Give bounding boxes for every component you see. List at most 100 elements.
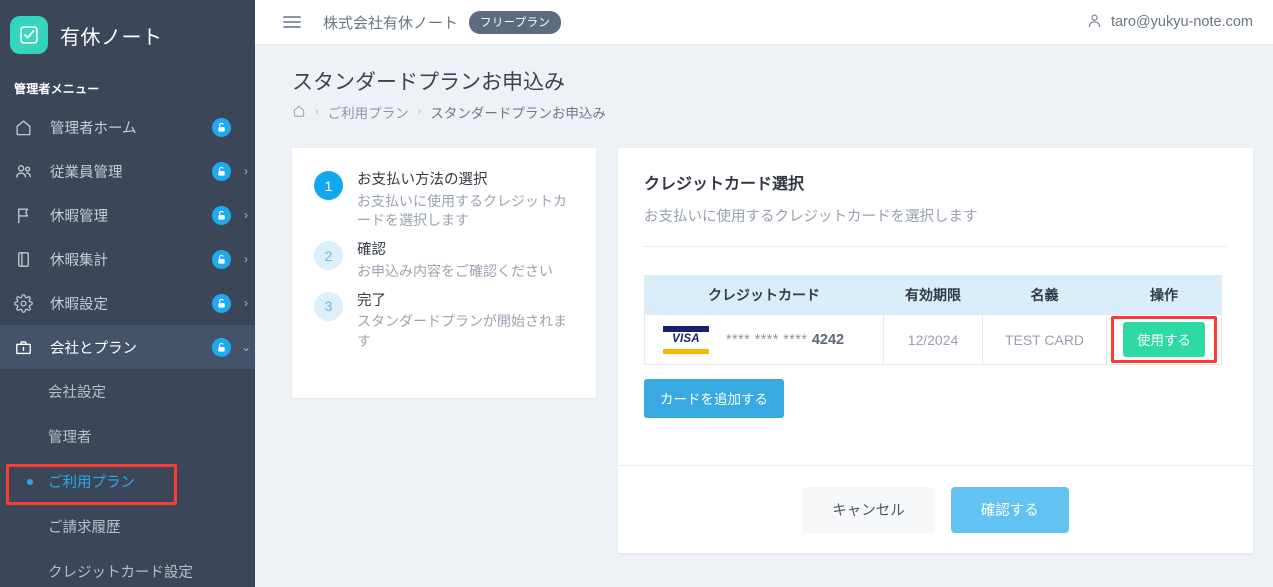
page-title: スタンダードプランお申込み <box>292 71 565 94</box>
visa-logo-icon: VISA <box>663 325 709 354</box>
credit-card-select-panel: クレジットカード選択 お支払いに使用するクレジットカードを選択します クレジット… <box>618 148 1253 553</box>
breadcrumb: › ご利用プラン › スタンダードプランお申込み <box>292 102 1253 122</box>
book-icon <box>14 250 38 269</box>
content-area: スタンダードプランお申込み › ご利用プラン › スタンダードプランお申込み 1… <box>255 44 1273 587</box>
sidebar-item-employee-management[interactable]: 従業員管理 › <box>0 149 255 193</box>
lock-open-icon <box>212 249 231 269</box>
step-title: お支払い方法の選択 <box>357 172 488 188</box>
sidebar-item-admin-home[interactable]: 管理者ホーム <box>0 105 255 149</box>
lock-open-icon <box>212 117 231 137</box>
panel-body: クレジットカード 有効期限 名義 操作 VISA **** **** **** … <box>618 247 1253 465</box>
visa-wordmark: VISA <box>672 333 700 346</box>
lock-open-icon <box>212 293 231 313</box>
menu-caption: 管理者メニュー <box>14 82 100 96</box>
breadcrumb-separator: › <box>315 106 319 118</box>
sidebar-item-label: 管理者ホーム <box>50 120 137 137</box>
cancel-button[interactable]: キャンセル <box>802 486 935 533</box>
sidebar-subitem-administrators[interactable]: 管理者 <box>0 414 255 459</box>
column-header-expiry: 有効期限 <box>883 275 983 315</box>
step-desc: お申込み内容をご確認ください <box>357 262 553 279</box>
column-header-action: 操作 <box>1106 275 1222 315</box>
user-menu[interactable]: taro@yukyu-note.com <box>1086 12 1253 33</box>
plan-badge: フリープラン <box>469 10 562 34</box>
step-number: 2 <box>314 241 343 271</box>
gear-icon <box>14 293 38 313</box>
card-masked: **** **** **** <box>726 331 808 348</box>
step-title: 完了 <box>357 292 386 309</box>
table-header-row: クレジットカード 有効期限 名義 操作 <box>644 275 1222 315</box>
column-header-holder: 名義 <box>982 275 1107 315</box>
home-icon <box>14 118 38 137</box>
chevron-right-icon: › <box>244 252 248 266</box>
breadcrumb-link-plan[interactable]: ご利用プラン <box>328 102 409 122</box>
sidebar-item-label: 休暇集計 <box>50 252 108 269</box>
step-text: 完了 スタンダードプランが開始されます <box>357 291 576 352</box>
panel-title: クレジットカード選択 <box>644 176 805 193</box>
table-row: VISA **** **** **** 4242 12/2024 TEST CA… <box>644 314 1222 365</box>
chevron-right-icon: › <box>244 296 248 310</box>
sidebar-subitem-label: ご請求履歴 <box>48 520 121 536</box>
sidebar: 有休ノート 管理者メニュー 管理者ホーム 従業員管理 › 休暇管理 › 休暇集計… <box>0 0 255 587</box>
card-last4: 4242 <box>811 331 845 348</box>
sidebar-subitem-current-plan[interactable]: ご利用プラン <box>0 459 255 504</box>
column-header-card: クレジットカード <box>644 275 884 315</box>
topbar: 株式会社有休ノート フリープラン taro@yukyu-note.com <box>255 0 1273 44</box>
panel-footer: キャンセル 確認する <box>618 466 1253 553</box>
app-root: 有休ノート 管理者メニュー 管理者ホーム 従業員管理 › 休暇管理 › 休暇集計… <box>0 0 1273 587</box>
breadcrumb-current: スタンダードプランお申込み <box>430 106 606 121</box>
confirm-button[interactable]: 確認する <box>950 486 1069 533</box>
step-desc: お支払いに使用するクレジットカードを選択します <box>357 192 567 229</box>
sidebar-item-label: 従業員管理 <box>50 164 123 181</box>
step-desc: スタンダードプランが開始されます <box>357 313 567 350</box>
flag-icon <box>14 206 38 225</box>
user-email: taro@yukyu-note.com <box>1110 14 1253 30</box>
cell-card-number: VISA **** **** **** 4242 <box>644 314 884 365</box>
lock-open-icon <box>212 205 231 225</box>
hamburger-icon[interactable] <box>283 16 301 28</box>
chevron-right-icon: › <box>244 208 248 222</box>
sidebar-subitem-label: クレジットカード設定 <box>48 565 193 581</box>
step-title: 確認 <box>357 242 386 259</box>
chevron-down-icon: ⌄ <box>240 340 252 354</box>
sidebar-subitem-label: ご利用プラン <box>48 475 135 491</box>
sidebar-subitem-credit-card-settings[interactable]: クレジットカード設定 <box>0 549 255 587</box>
chevron-right-icon: › <box>244 164 248 178</box>
panel-header: クレジットカード選択 お支払いに使用するクレジットカードを選択します <box>618 148 1253 247</box>
lock-open-icon <box>212 161 231 181</box>
sidebar-subitem-label: 会社設定 <box>48 385 106 401</box>
sidebar-subitem-label: 管理者 <box>48 430 92 446</box>
sidebar-item-label: 休暇管理 <box>50 208 108 225</box>
sidebar-item-leave-summary[interactable]: 休暇集計 › <box>0 237 255 281</box>
sidebar-subitem-billing-history[interactable]: ご請求履歴 <box>0 504 255 549</box>
sidebar-item-label: 休暇設定 <box>50 296 108 313</box>
panels: 1 お支払い方法の選択 お支払いに使用するクレジットカードを選択します 2 確認… <box>292 148 1253 553</box>
lock-open-icon <box>212 337 231 357</box>
main-area: 株式会社有休ノート フリープラン taro@yukyu-note.com スタン… <box>255 0 1273 587</box>
sidebar-item-company-and-plan[interactable]: 会社とプラン ⌄ <box>0 325 255 369</box>
cell-action: 使用する <box>1106 314 1222 365</box>
brand-title: 有休ノート <box>60 26 163 49</box>
credit-cards-table: クレジットカード 有効期限 名義 操作 VISA **** **** **** … <box>644 275 1222 365</box>
step-item: 2 確認 お申込み内容をご確認ください <box>314 240 576 281</box>
breadcrumb-separator: › <box>417 106 422 118</box>
step-item: 3 完了 スタンダードプランが開始されます <box>314 291 576 352</box>
user-icon <box>1086 12 1103 33</box>
add-card-button[interactable]: カードを追加する <box>644 379 784 418</box>
sidebar-subitem-company-settings[interactable]: 会社設定 <box>0 369 255 414</box>
use-card-button[interactable]: 使用する <box>1123 322 1205 357</box>
step-text: お支払い方法の選択 お支払いに使用するクレジットカードを選択します <box>357 170 576 231</box>
briefcase-icon <box>14 338 38 357</box>
cell-expiry: 12/2024 <box>883 314 983 365</box>
step-text: 確認 お申込み内容をご確認ください <box>357 240 553 281</box>
home-icon[interactable] <box>292 104 306 121</box>
panel-subtitle: お支払いに使用するクレジットカードを選択します <box>644 209 978 225</box>
sidebar-item-leave-settings[interactable]: 休暇設定 › <box>0 281 255 325</box>
company-name: 株式会社有休ノート <box>323 14 459 32</box>
sidebar-item-leave-management[interactable]: 休暇管理 › <box>0 193 255 237</box>
checkbox-check-icon <box>10 16 48 54</box>
step-number: 3 <box>314 291 343 321</box>
brand[interactable]: 有休ノート <box>0 0 255 70</box>
step-number: 1 <box>314 171 343 200</box>
steps-card: 1 お支払い方法の選択 お支払いに使用するクレジットカードを選択します 2 確認… <box>292 148 596 398</box>
users-icon <box>14 162 38 181</box>
